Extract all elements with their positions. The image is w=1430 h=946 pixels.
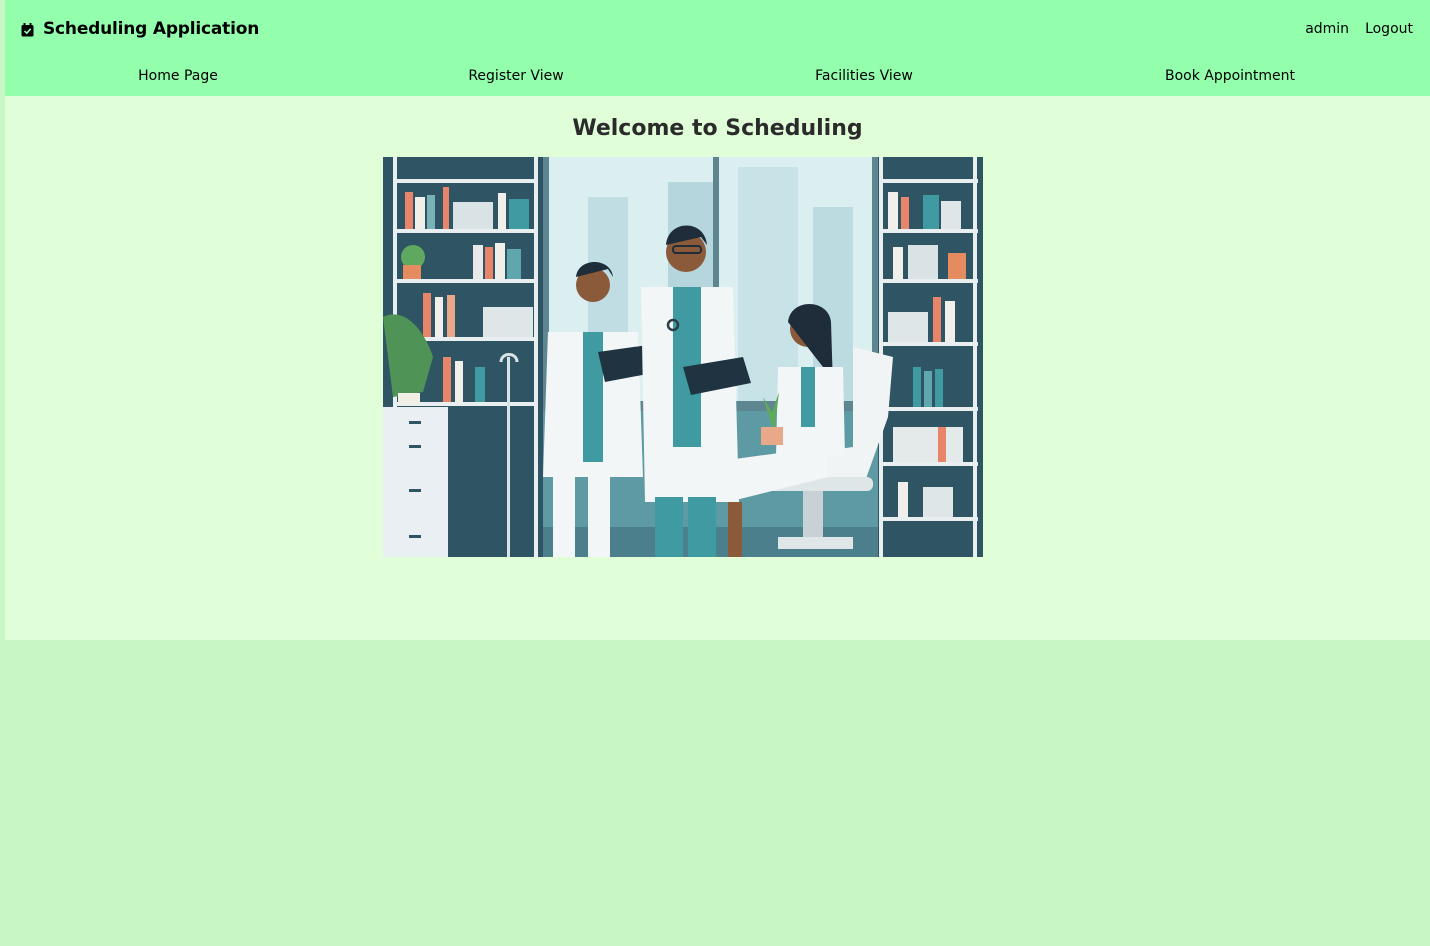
- user-area: admin Logout: [1305, 21, 1413, 37]
- app-title: Scheduling Application: [43, 19, 260, 39]
- hero-image: [383, 157, 983, 557]
- calendar-check-icon: [21, 22, 34, 37]
- nav-register-view[interactable]: Register View: [468, 68, 563, 84]
- page-title-text: Welcome to Scheduling: [572, 116, 863, 141]
- app-container: Scheduling Application admin Logout Home…: [5, 0, 1430, 640]
- header: Scheduling Application admin Logout Home…: [5, 0, 1430, 96]
- nav-facilities-view[interactable]: Facilities View: [815, 68, 913, 84]
- page-title: Welcome to Scheduling: [5, 116, 1430, 141]
- brand[interactable]: Scheduling Application: [21, 19, 259, 39]
- nav-book-appointment[interactable]: Book Appointment: [1165, 68, 1295, 84]
- logout-link[interactable]: Logout: [1365, 21, 1413, 37]
- username: admin: [1305, 21, 1350, 37]
- main-nav: Home Page Register View Facilities View …: [5, 68, 1430, 88]
- nav-home-page[interactable]: Home Page: [138, 68, 218, 84]
